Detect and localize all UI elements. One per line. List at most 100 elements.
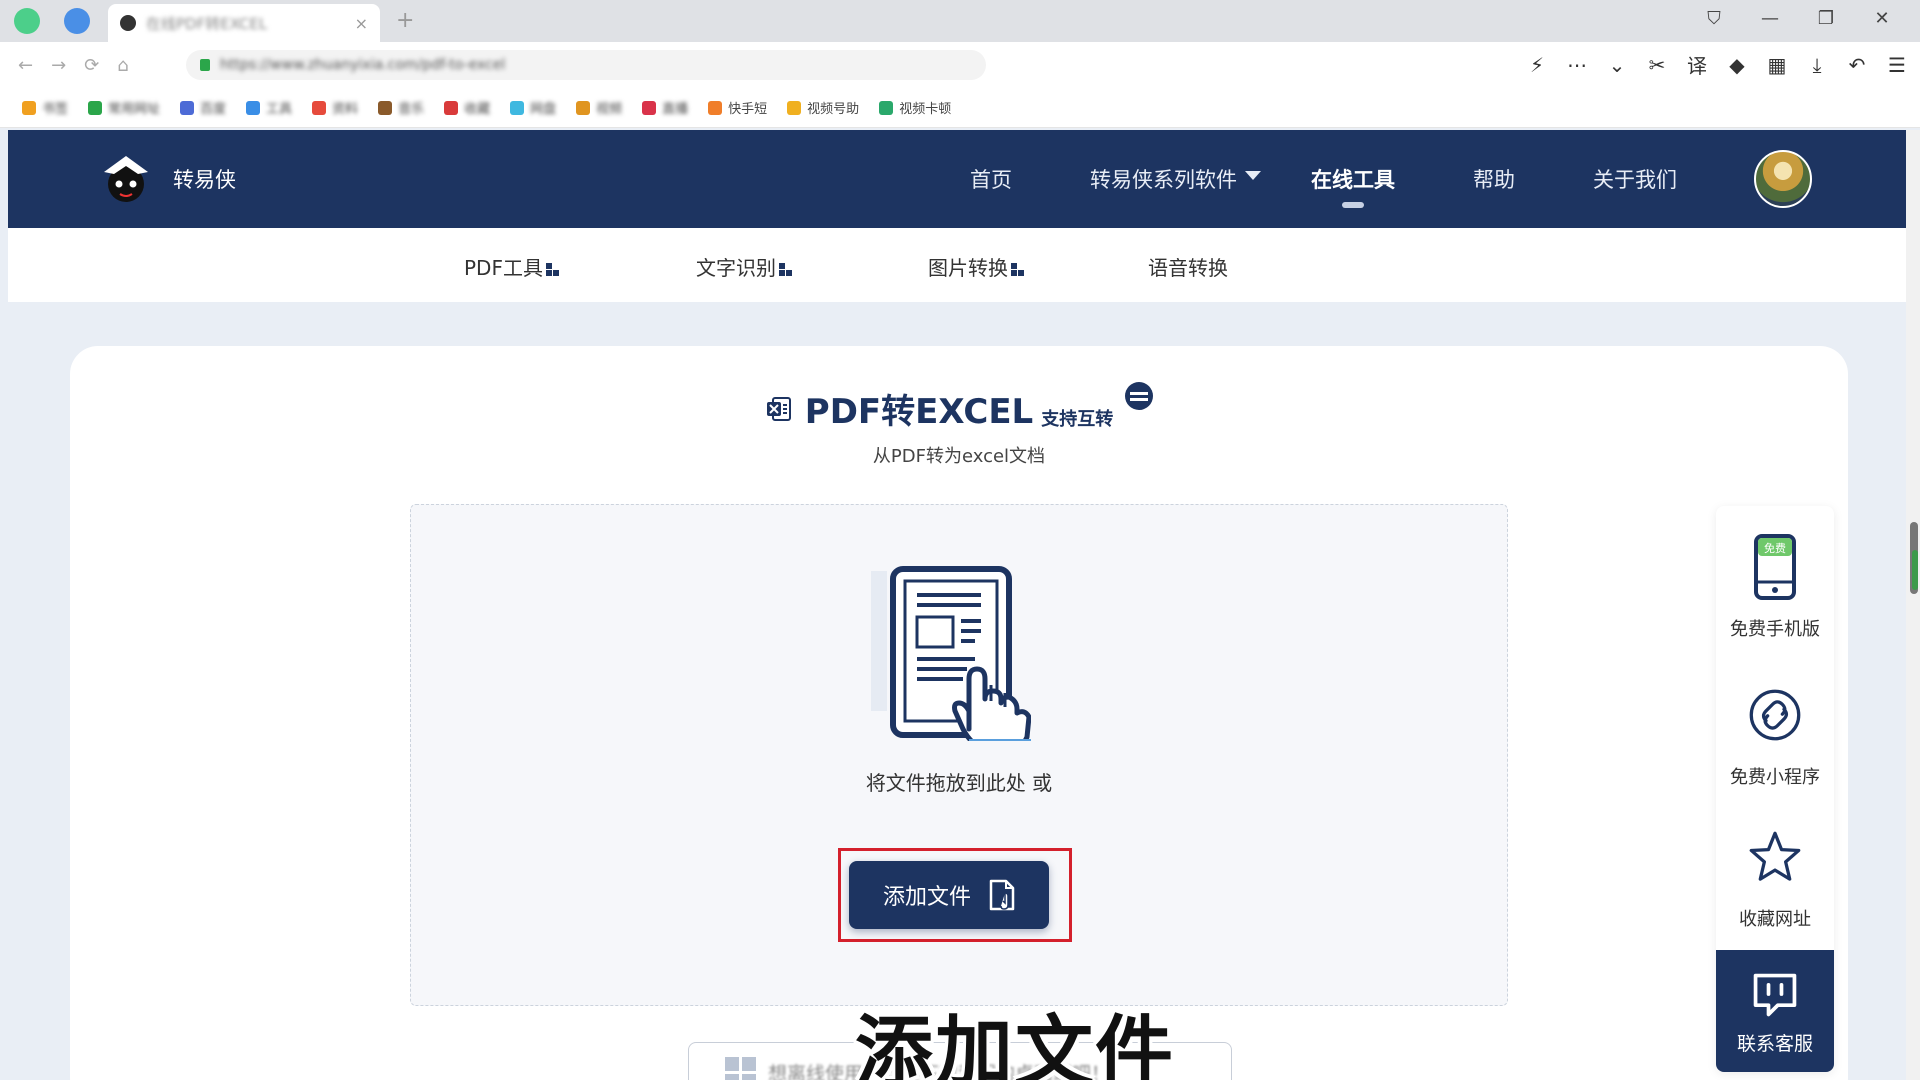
bookmark-label: 快手短 — [728, 102, 768, 117]
subnav-ocr[interactable]: 文字识别 — [696, 252, 793, 281]
url-field[interactable]: https://www.zhuanyixia.com/pdf-to-excel — [186, 50, 986, 80]
minimize-button[interactable]: — — [1742, 8, 1798, 29]
user-avatar[interactable] — [1754, 150, 1812, 208]
more-icon[interactable]: ⋯ — [1566, 53, 1588, 77]
forward-icon[interactable]: → — [51, 55, 66, 76]
game-icon[interactable]: ◆ — [1726, 53, 1748, 77]
sidebar-mobile-app[interactable]: 免费 免费手机版 — [1716, 534, 1834, 641]
brand-name[interactable]: 转易侠 — [173, 164, 236, 194]
subnav-label: PDF工具 — [464, 256, 543, 280]
bookmark-item[interactable]: 资料 — [302, 98, 368, 117]
undo-icon[interactable]: ↶ — [1846, 53, 1868, 77]
bookmark-label: 常用网址 — [108, 102, 161, 117]
contact-service-label: 联系客服 — [1736, 1033, 1813, 1055]
menu-icon[interactable]: ☰ — [1886, 53, 1908, 77]
apps-grid-icon[interactable]: ▦ — [1766, 53, 1788, 77]
sidebar-bookmark[interactable]: 收藏网址 — [1716, 824, 1834, 931]
tap-document-icon — [871, 566, 1031, 741]
grid-dots-icon — [779, 263, 793, 277]
scissors-icon[interactable]: ✂ — [1646, 53, 1668, 77]
nav-buttons: ← → ⟳ ⌂ — [0, 55, 129, 76]
nav-about[interactable]: 关于我们 — [1593, 164, 1677, 194]
subnav-label: 图片转换 — [928, 256, 1008, 280]
translate-icon[interactable]: 译 — [1686, 50, 1708, 79]
bookmark-label: 收藏 — [464, 102, 491, 117]
new-tab-button[interactable]: + — [396, 8, 414, 33]
video-caption: 添加文件 — [855, 1008, 1176, 1080]
bookmark-item[interactable]: 工具 — [236, 98, 302, 117]
browser-tab-active[interactable]: 在线PDF转EXCEL × — [108, 4, 380, 42]
bookmark-item[interactable]: 书签 — [12, 98, 78, 117]
tab-title: 在线PDF转EXCEL — [146, 14, 268, 33]
mini-program-icon — [1749, 689, 1801, 741]
browser-toolbar: ⚡ ⋯ ⌄ ✂ 译 ◆ ▦ ⤓ ↶ ☰ — [1526, 50, 1908, 79]
drop-hint-text: 将文件拖放到此处 或 — [865, 771, 1053, 795]
download-icon[interactable]: ⤓ — [1806, 53, 1828, 77]
nav-software: 转易侠系列软件 — [1090, 168, 1237, 192]
browser-tab-bar: 在线PDF转EXCEL × + ⛉ — ❐ ✕ — [0, 0, 1920, 42]
bookmark-label: 视频卡顿 — [899, 102, 952, 117]
dropdown-icon[interactable]: ⌄ — [1606, 53, 1628, 77]
page-subtitle: 从PDF转为excel文档 — [872, 446, 1046, 467]
sidebar-mobile-label: 免费手机版 — [1730, 619, 1820, 640]
sidebar-bookmark-label: 收藏网址 — [1739, 909, 1811, 930]
browser-app-icon[interactable] — [14, 8, 40, 34]
bookmark-favicon-icon — [378, 100, 393, 115]
bolt-icon[interactable]: ⚡ — [1526, 53, 1548, 77]
bookmark-item[interactable]: 视频号助 — [777, 98, 869, 117]
tab-close-icon[interactable]: × — [355, 14, 368, 33]
bookmark-label: 书签 — [42, 102, 69, 117]
nav-help[interactable]: 帮助 — [1473, 164, 1515, 194]
nav-online-tools[interactable]: 在线工具 — [1311, 164, 1395, 208]
subnav-image-convert[interactable]: 图片转换 — [928, 252, 1025, 281]
sidebar-mini-program-label: 免费小程序 — [1730, 767, 1820, 788]
page-scrollbar[interactable] — [1906, 130, 1920, 1080]
refresh-icon[interactable]: ⟳ — [84, 55, 99, 76]
bookmark-item[interactable]: 收藏 — [434, 98, 500, 117]
excel-icon — [766, 396, 791, 421]
subnav-voice-convert[interactable]: 语音转换 — [1148, 252, 1228, 281]
bookmark-item[interactable]: 音乐 — [368, 98, 434, 117]
bookmark-label: 网盘 — [530, 102, 557, 117]
scroll-indicator — [1912, 550, 1918, 590]
bookmark-favicon-icon — [312, 100, 327, 115]
contact-service-button[interactable]: 联系客服 — [1716, 950, 1834, 1072]
bookmark-item[interactable]: 视频卡顿 — [869, 98, 961, 117]
brand-logo-icon[interactable] — [98, 150, 154, 206]
bookmark-item[interactable]: 网盘 — [500, 98, 566, 117]
bookmark-favicon-icon — [444, 100, 459, 115]
back-icon[interactable]: ← — [18, 55, 33, 76]
bookmark-label: 视频 — [596, 102, 623, 117]
bookmark-favicon-icon — [88, 100, 103, 115]
title-subtext: 支持互转 — [1041, 409, 1114, 430]
sidebar-mini-program[interactable]: 免费小程序 — [1716, 682, 1834, 789]
site-header: 转易侠 首页 转易侠系列软件 在线工具 帮助 关于我们 — [8, 130, 1908, 228]
site-favicon-icon — [120, 15, 136, 31]
file-add-icon — [989, 879, 1015, 911]
bookmark-label: 百度 — [200, 102, 227, 117]
star-icon — [1749, 831, 1801, 881]
address-bar-row: ← → ⟳ ⌂ https://www.zhuanyixia.com/pdf-t… — [0, 42, 1920, 88]
nav-home[interactable]: 首页 — [970, 164, 1012, 194]
window-controls: ⛉ — ❐ ✕ — [1686, 0, 1910, 36]
sub-nav: PDF工具 文字识别 图片转换 语音转换 — [8, 228, 1908, 302]
bookmark-label: 视频号助 — [807, 102, 860, 117]
add-file-button[interactable]: 添加文件 — [849, 861, 1049, 929]
grid-dots-icon — [1011, 263, 1025, 277]
bookmark-item[interactable]: 快手短 — [698, 98, 777, 117]
url-text: https://www.zhuanyixia.com/pdf-to-excel — [220, 57, 506, 73]
bookmark-item[interactable]: 视频 — [566, 98, 632, 117]
home-icon[interactable]: ⌂ — [117, 55, 128, 76]
pin-icon[interactable]: ⛉ — [1686, 8, 1742, 29]
bookmark-item[interactable]: 常用网址 — [78, 98, 170, 117]
close-window-button[interactable]: ✕ — [1854, 8, 1910, 29]
nav-software-dropdown[interactable]: 转易侠系列软件 — [1090, 164, 1261, 194]
bookmark-item[interactable]: 百度 — [170, 98, 236, 117]
subnav-pdf-tools[interactable]: PDF工具 — [464, 252, 560, 281]
restore-button[interactable]: ❐ — [1798, 8, 1854, 29]
file-dropzone[interactable]: 将文件拖放到此处 或 添加文件 — [410, 504, 1508, 1006]
bookmark-item[interactable]: 直播 — [632, 98, 698, 117]
browser-shield-icon[interactable] — [64, 8, 90, 34]
swap-convert-icon[interactable] — [1125, 382, 1154, 410]
mobile-free-badge: 免费 — [1764, 541, 1786, 555]
